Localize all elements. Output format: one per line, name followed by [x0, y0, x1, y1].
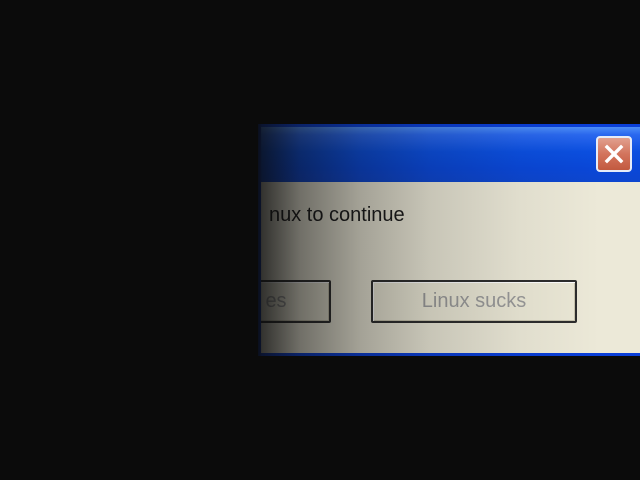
error-dialog: nux to continue es Linux sucks — [258, 124, 640, 356]
close-button[interactable] — [596, 136, 632, 172]
linux-sucks-button-label: Linux sucks — [421, 290, 527, 312]
close-icon — [604, 144, 624, 164]
yes-button[interactable]: es — [261, 280, 331, 323]
yes-button-label: es — [265, 290, 287, 312]
linux-sucks-button[interactable]: Linux sucks — [371, 280, 577, 323]
dialog-message: nux to continue — [269, 204, 405, 226]
dialog-titlebar[interactable] — [261, 127, 640, 182]
desktop-screen: nux to continue es Linux sucks — [0, 0, 640, 480]
